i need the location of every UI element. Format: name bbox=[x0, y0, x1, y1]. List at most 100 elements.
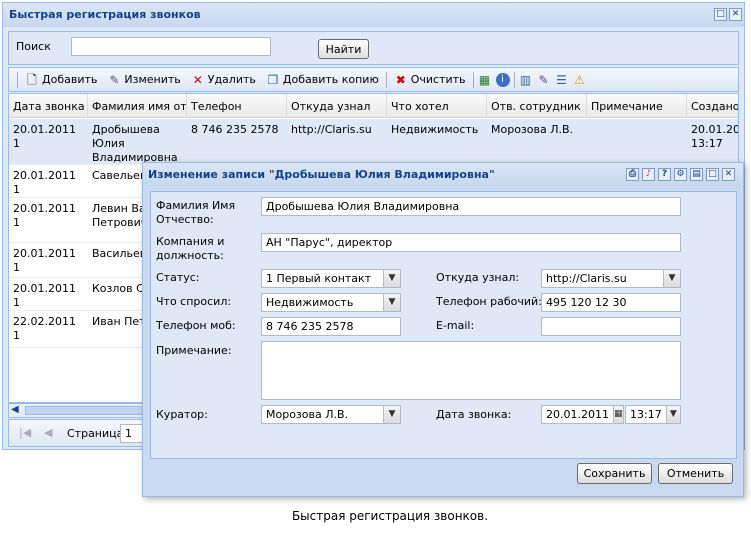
mobile-input[interactable] bbox=[261, 317, 401, 336]
clear-label: Очистить bbox=[410, 73, 466, 86]
search-label: Поиск bbox=[16, 40, 51, 53]
edit-dialog: Изменение записи "Дробышева Юлия Владими… bbox=[142, 162, 744, 497]
edit-label: Изменить bbox=[124, 73, 181, 86]
asked-value: Недвижимость bbox=[261, 293, 384, 312]
copy-button[interactable]: ❐ Добавить копию bbox=[263, 73, 382, 87]
table-row[interactable]: 20.01.2011 1 Дробышева Юлия Владимировна 8… bbox=[9, 119, 738, 165]
delete-icon: ✕ bbox=[192, 72, 203, 87]
column-header[interactable]: Фамилия имя отче bbox=[88, 94, 187, 118]
caption: Быстрая регистрация звонков. bbox=[291, 509, 489, 523]
curator-value: Морозова Л.В. bbox=[261, 405, 384, 424]
delete-button[interactable]: ✕ Удалить bbox=[188, 73, 259, 87]
first-page-icon[interactable]: |◀ bbox=[19, 426, 31, 439]
help-icon[interactable]: ? bbox=[658, 168, 671, 181]
document-icon: 🗋 bbox=[27, 72, 37, 87]
note-textarea[interactable] bbox=[261, 341, 681, 400]
scroll-left-icon[interactable]: ◀ bbox=[11, 404, 19, 415]
company-label: Компания и должность: bbox=[156, 235, 225, 262]
save-icon[interactable]: ▤ bbox=[690, 168, 703, 181]
curator-select[interactable]: Морозова Л.В. ▼ bbox=[261, 405, 401, 424]
asked-select[interactable]: Недвижимость ▼ bbox=[261, 293, 401, 312]
copy-label: Добавить копию bbox=[282, 73, 379, 86]
column-header[interactable]: Телефон bbox=[187, 94, 287, 118]
chevron-down-icon[interactable]: ▼ bbox=[666, 405, 681, 424]
table-cell bbox=[587, 119, 687, 165]
edit-button[interactable]: ✎ Изменить bbox=[104, 73, 183, 87]
fio-input[interactable] bbox=[261, 197, 681, 216]
cancel-button[interactable]: Отменить bbox=[658, 463, 733, 484]
divider bbox=[513, 71, 515, 88]
mobile-label: Телефон моб: bbox=[156, 319, 236, 332]
delete-label: Удалить bbox=[207, 73, 256, 86]
asked-label: Что спросил: bbox=[156, 295, 232, 308]
source-value: http://Claris.su bbox=[541, 269, 664, 288]
call-date-picker[interactable]: 20.01.2011 ▦ bbox=[541, 405, 624, 424]
source-label: Откуда узнал: bbox=[436, 271, 520, 284]
window-title: Быстрая регистрация звонков bbox=[9, 8, 201, 21]
add-button[interactable]: 🗋 Добавить bbox=[22, 73, 100, 87]
table-cell: Дробышева Юлия Владимировна bbox=[92, 123, 178, 164]
chevron-down-icon[interactable]: ▼ bbox=[384, 293, 401, 312]
edit-columns-icon[interactable]: ✎ bbox=[537, 73, 551, 87]
call-time-select[interactable]: 13:17 ▼ bbox=[625, 405, 681, 424]
chevron-down-icon[interactable]: ▼ bbox=[664, 269, 681, 288]
company-input[interactable] bbox=[261, 233, 681, 252]
warning-icon[interactable]: ⚠ bbox=[573, 73, 587, 87]
search-input[interactable] bbox=[71, 37, 271, 56]
column-header[interactable]: Примечание bbox=[587, 94, 687, 118]
maximize-icon[interactable]: □ bbox=[706, 168, 719, 181]
toolbar: 🗋 Добавить ✎ Изменить ✕ Удалить ❐ Добавить к… bbox=[8, 67, 739, 92]
table-cell: 22.02.2011 1 bbox=[13, 315, 76, 342]
grid-header: Дата звонкаФамилия имя отчеТелефонОткуда… bbox=[9, 94, 738, 118]
table-cell: 20.01.2011 1 bbox=[13, 202, 76, 229]
notify-icon[interactable]: ♪ bbox=[642, 168, 655, 181]
table-cell: 8 746 235 2578 bbox=[191, 123, 279, 136]
chevron-down-icon[interactable]: ▼ bbox=[384, 269, 401, 288]
work-phone-input[interactable] bbox=[541, 293, 681, 312]
save-button[interactable]: Сохранить bbox=[577, 463, 652, 484]
clear-button[interactable]: ✖ Очистить bbox=[391, 73, 469, 87]
calendar-icon[interactable]: ▦ bbox=[613, 405, 624, 424]
email-input[interactable] bbox=[541, 317, 681, 336]
call-time-value: 13:17 bbox=[625, 405, 667, 424]
chevron-down-icon[interactable]: ▼ bbox=[384, 405, 401, 424]
call-date-label: Дата звонка: bbox=[436, 408, 512, 421]
dialog-title: Изменение записи "Дробышева Юлия Владими… bbox=[148, 168, 495, 181]
close-icon[interactable]: ✕ bbox=[729, 8, 742, 21]
dialog-form: Фамилия Имя Отчество: Компания и должнос… bbox=[150, 191, 737, 459]
clear-icon: ✖ bbox=[395, 72, 406, 87]
prev-page-icon[interactable]: ◀ bbox=[44, 426, 52, 439]
info-icon[interactable]: i bbox=[495, 72, 510, 87]
fio-label: Фамилия Имя Отчество: bbox=[156, 199, 236, 226]
window-title-bar: Быстрая регистрация звонков □ ✕ bbox=[3, 3, 744, 27]
print-icon[interactable]: ⎙ bbox=[626, 168, 639, 181]
scroll-thumb[interactable] bbox=[25, 406, 145, 415]
excel-icon[interactable]: ▦ bbox=[478, 73, 492, 87]
column-header[interactable]: Дата звонка bbox=[9, 94, 88, 118]
columns-icon[interactable]: ▥ bbox=[519, 73, 533, 87]
table-cell: 20.01.2011 13:17 bbox=[691, 123, 738, 150]
find-button[interactable]: Найти bbox=[318, 39, 369, 59]
column-header[interactable]: Создано bbox=[687, 94, 738, 118]
maximize-icon[interactable]: □ bbox=[714, 8, 727, 21]
dialog-title-bar: Изменение записи "Дробышева Юлия Владими… bbox=[143, 163, 743, 186]
column-header[interactable]: Что хотел bbox=[387, 94, 487, 118]
work-phone-label: Телефон рабочий: bbox=[436, 295, 542, 308]
list-icon[interactable]: ☰ bbox=[555, 73, 569, 87]
edit-icon: ✎ bbox=[109, 72, 120, 87]
email-label: E-mail: bbox=[436, 319, 475, 332]
source-select[interactable]: http://Claris.su ▼ bbox=[541, 269, 681, 288]
table-cell: 20.01.2011 1 bbox=[13, 282, 76, 309]
page-label: Страница bbox=[67, 427, 124, 440]
search-panel: Поиск Найти bbox=[8, 31, 739, 65]
status-select[interactable]: 1 Первый контакт ▼ bbox=[261, 269, 401, 288]
close-icon[interactable]: ✕ bbox=[722, 168, 735, 181]
column-header[interactable]: Отв. сотрудник bbox=[487, 94, 587, 118]
note-label: Примечание: bbox=[156, 344, 232, 357]
column-header[interactable]: Откуда узнал bbox=[287, 94, 387, 118]
divider bbox=[472, 71, 474, 88]
table-cell: Морозова Л.В. bbox=[491, 123, 574, 136]
table-cell: 20.01.2011 1 bbox=[13, 247, 76, 274]
settings-icon[interactable]: ⚙ bbox=[674, 168, 687, 181]
table-cell: 20.01.2011 1 bbox=[13, 169, 76, 196]
